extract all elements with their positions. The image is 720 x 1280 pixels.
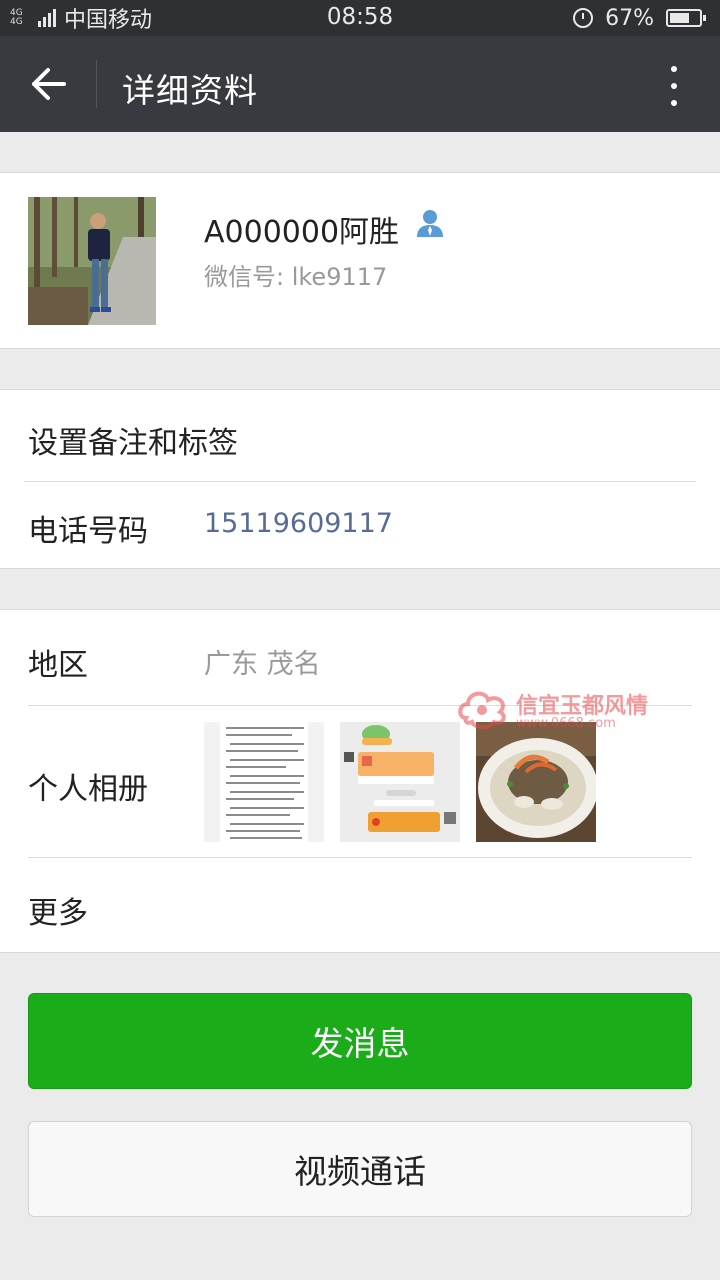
remark-label: 设置备注和标签	[28, 426, 238, 461]
phone-label: 电话号码	[28, 514, 148, 549]
seafood-soup-image	[476, 722, 596, 842]
album-photo-3[interactable]	[476, 722, 596, 842]
wechat-id: 微信号: lke9117	[204, 263, 388, 291]
status-bar: 4G 4G 中国移动 08:58 67%	[0, 0, 720, 36]
arrow-left-icon	[32, 68, 66, 100]
phone-row[interactable]: 电话号码 15119609117	[0, 482, 720, 570]
details-section: 地区 广东 茂名 个人相册 更多	[0, 609, 720, 953]
status-right: 67%	[573, 4, 706, 32]
avatar[interactable]	[28, 197, 156, 325]
more-row[interactable]: 更多	[0, 858, 720, 954]
avatar-image	[28, 197, 156, 325]
watermark-url: www.0668.com	[516, 716, 616, 731]
cloud-logo-icon	[458, 691, 506, 730]
send-message-button[interactable]: 发消息	[28, 993, 692, 1089]
back-button[interactable]	[20, 60, 76, 108]
more-options-button[interactable]	[664, 66, 684, 106]
video-call-button[interactable]: 视频通话	[28, 1121, 692, 1217]
contact-name: A000000阿胜	[204, 215, 400, 250]
title-divider	[96, 60, 97, 108]
alarm-icon	[573, 8, 594, 28]
album-photo-1[interactable]	[204, 722, 324, 842]
battery-percent: 67%	[605, 5, 654, 31]
album-photo-2[interactable]	[340, 722, 460, 842]
region-label: 地区	[28, 648, 88, 683]
album-label: 个人相册	[28, 772, 148, 807]
info-section: 设置备注和标签 电话号码 15119609117	[0, 389, 720, 569]
phone-number[interactable]: 15119609117	[204, 508, 393, 539]
profile-card: A000000阿胜 微信号: lke9117	[0, 172, 720, 349]
region-value: 广东 茂名	[204, 649, 321, 680]
page-title: 详细资料	[122, 71, 258, 110]
user-icon	[414, 207, 446, 239]
text-screenshot-image	[204, 722, 324, 842]
battery-icon	[666, 9, 706, 27]
chat-screenshot-image	[340, 722, 460, 842]
title-bar: 详细资料	[0, 36, 720, 132]
battery-fill	[670, 13, 689, 23]
watermark: 信宜玉都风情 www.0668.com	[456, 684, 666, 740]
more-vertical-icon	[671, 66, 677, 72]
remark-row[interactable]: 设置备注和标签	[0, 390, 720, 481]
more-label: 更多	[28, 896, 88, 931]
